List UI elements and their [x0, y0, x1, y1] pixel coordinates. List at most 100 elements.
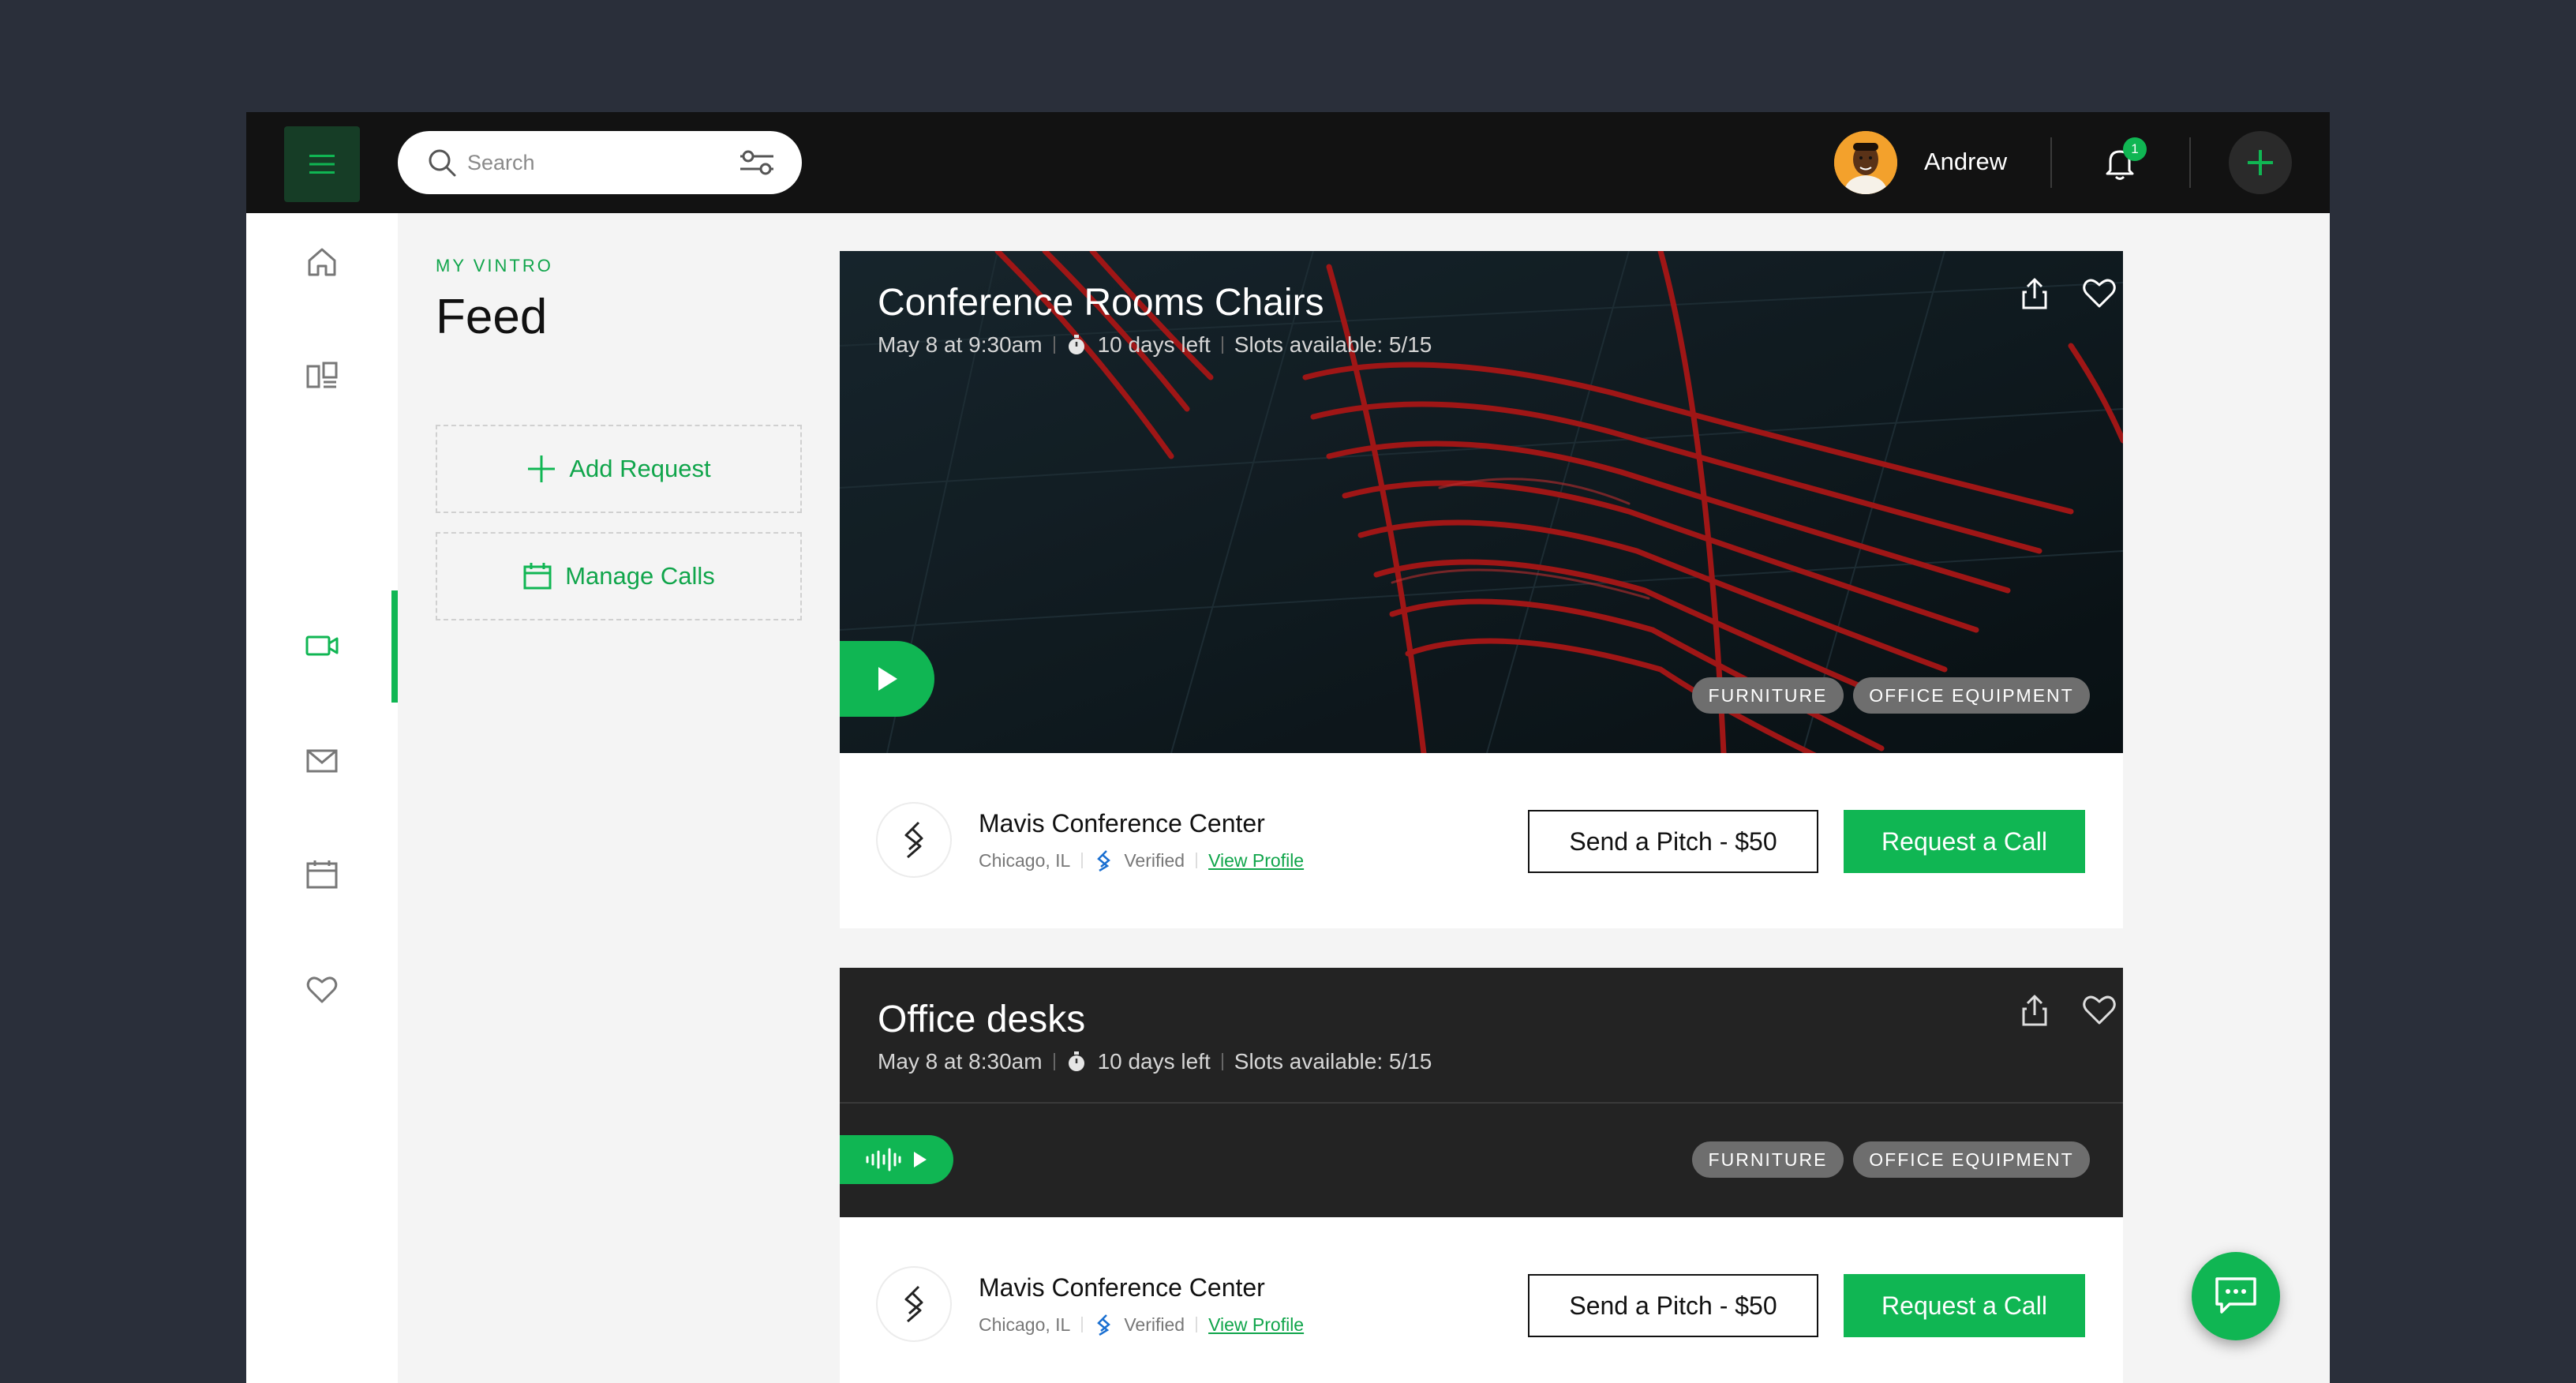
tag-chip[interactable]: FURNITURE [1692, 1141, 1844, 1178]
create-button[interactable] [2229, 131, 2292, 194]
divider [840, 1102, 2123, 1104]
divider [1081, 853, 1084, 868]
share-icon[interactable] [2016, 275, 2054, 313]
card-date: May 8 at 9:30am [878, 332, 1043, 357]
card-meta: May 8 at 9:30am 10 days left Slots avail… [878, 332, 1432, 358]
tag-chip[interactable]: OFFICE EQUIPMENT [1853, 1141, 2090, 1178]
heart-icon [306, 976, 338, 1003]
org-verified: Verified [1124, 1314, 1185, 1335]
card-title: Conference Rooms Chairs [878, 282, 1324, 324]
chat-button[interactable] [2192, 1252, 2280, 1340]
hamburger-icon [309, 155, 335, 174]
home-icon [308, 248, 336, 276]
plus-icon [2248, 150, 2273, 175]
tag-chip[interactable]: FURNITURE [1692, 677, 1844, 714]
org-logo-icon [904, 821, 923, 859]
divider [1081, 1317, 1084, 1332]
card-footer: Mavis Conference Center Chicago, IL Veri… [840, 1217, 2123, 1383]
card-time-left: 10 days left [1097, 1049, 1211, 1074]
mail-icon [306, 749, 338, 773]
tag-chip[interactable]: OFFICE EQUIPMENT [1853, 677, 2090, 714]
sidebar-item-dashboard[interactable] [290, 344, 354, 407]
org-verified: Verified [1124, 850, 1185, 871]
request-call-button[interactable]: Request a Call [1844, 1274, 2085, 1337]
stopwatch-icon [1068, 1051, 1084, 1071]
search-input[interactable]: Search [467, 150, 535, 175]
page-title: Feed [436, 290, 548, 344]
divider [2189, 137, 2191, 188]
sidebar-item-favorites[interactable] [290, 958, 354, 1021]
org-meta: Chicago, IL Verified View Profile [979, 1314, 1304, 1336]
active-indicator [391, 590, 398, 703]
play-video-button[interactable] [840, 641, 934, 717]
send-pitch-button[interactable]: Send a Pitch - $50 [1528, 1274, 1818, 1337]
dashboard-icon [306, 362, 338, 388]
org-name[interactable]: Mavis Conference Center [979, 808, 1265, 838]
card-slots: Slots available: 5/15 [1234, 332, 1432, 357]
manage-calls-label: Manage Calls [565, 562, 715, 590]
request-call-button[interactable]: Request a Call [1844, 810, 2085, 873]
notification-badge: 1 [2123, 137, 2147, 161]
verified-icon [1097, 1314, 1111, 1336]
menu-button[interactable] [284, 126, 360, 202]
add-request-button[interactable]: Add Request [436, 425, 802, 513]
section-eyebrow: MY VINTRO [436, 256, 553, 275]
sidebar-item-messages[interactable] [290, 729, 354, 793]
divider [1221, 336, 1223, 354]
divider [1053, 336, 1055, 354]
video-icon [305, 635, 339, 656]
sidebar-item-home[interactable] [290, 230, 354, 294]
avatar-portrait-icon [1834, 131, 1897, 194]
card-media[interactable]: Conference Rooms Chairs May 8 at 9:30am … [840, 251, 2123, 753]
calendar-icon [523, 563, 552, 590]
play-audio-button[interactable] [840, 1135, 953, 1184]
avatar[interactable] [1834, 131, 1897, 194]
user-name[interactable]: Andrew [1924, 147, 2007, 177]
org-location: Chicago, IL [979, 1314, 1071, 1335]
org-location: Chicago, IL [979, 850, 1071, 871]
filter-icon[interactable] [739, 147, 775, 178]
chat-icon [2215, 1277, 2256, 1314]
view-profile-link[interactable]: View Profile [1208, 1314, 1304, 1336]
audio-wave-icon [866, 1148, 901, 1171]
search-bar[interactable]: Search [398, 131, 802, 194]
search-icon [429, 149, 456, 177]
divider [1196, 1317, 1198, 1332]
sidebar-item-calendar[interactable] [290, 843, 354, 906]
top-bar: Search Andrew 1 [246, 112, 2330, 213]
play-icon [914, 1152, 927, 1167]
org-logo[interactable] [876, 1266, 952, 1342]
play-icon [878, 667, 897, 691]
divider [1196, 853, 1198, 868]
divider [2050, 137, 2052, 188]
manage-calls-button[interactable]: Manage Calls [436, 532, 802, 620]
app-window: Search Andrew 1 MY VINTRO Feed Add Reque… [246, 112, 2330, 1383]
card-media[interactable]: Office desks May 8 at 8:30am 10 days lef… [840, 968, 2123, 1217]
share-icon[interactable] [2016, 991, 2054, 1029]
card-meta: May 8 at 8:30am 10 days left Slots avail… [878, 1048, 1432, 1075]
calendar-icon [306, 860, 338, 889]
view-profile-link[interactable]: View Profile [1208, 849, 1304, 871]
sidebar-item-calls[interactable] [290, 614, 354, 677]
org-name[interactable]: Mavis Conference Center [979, 1272, 1265, 1302]
heart-icon[interactable] [2080, 275, 2118, 313]
feed-card: Conference Rooms Chairs May 8 at 9:30am … [840, 251, 2123, 928]
card-date: May 8 at 8:30am [878, 1049, 1043, 1074]
heart-icon[interactable] [2080, 991, 2118, 1029]
divider [1221, 1053, 1223, 1070]
org-logo-icon [904, 1285, 923, 1323]
card-slots: Slots available: 5/15 [1234, 1049, 1432, 1074]
verified-icon [1097, 850, 1111, 871]
card-time-left: 10 days left [1097, 332, 1211, 357]
divider [1053, 1053, 1055, 1070]
stopwatch-icon [1068, 335, 1084, 354]
org-logo[interactable] [876, 802, 952, 878]
send-pitch-button[interactable]: Send a Pitch - $50 [1528, 810, 1818, 873]
plus-icon [528, 455, 556, 482]
sidebar [246, 213, 398, 1383]
org-meta: Chicago, IL Verified View Profile [979, 849, 1304, 871]
card-footer: Mavis Conference Center Chicago, IL Veri… [840, 753, 2123, 928]
feed-card: Office desks May 8 at 8:30am 10 days lef… [840, 968, 2123, 1383]
card-title: Office desks [878, 999, 1086, 1040]
add-request-label: Add Request [569, 455, 711, 482]
